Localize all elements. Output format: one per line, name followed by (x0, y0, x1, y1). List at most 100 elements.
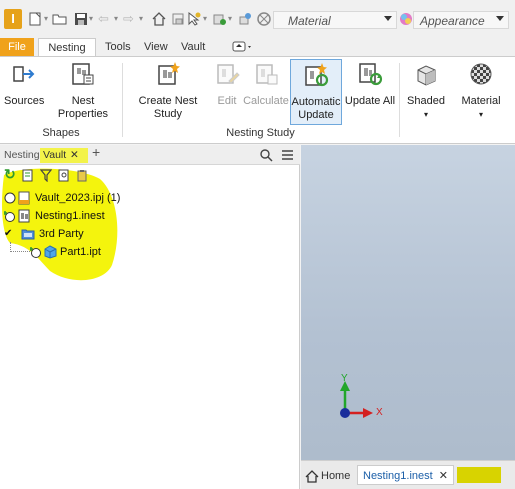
automatic-update-label: Automatic Update (291, 96, 341, 122)
browser-tab-vault-label: Vault (43, 149, 67, 161)
close-icon[interactable]: ✕ (70, 148, 79, 163)
tab-file[interactable]: File (0, 38, 34, 56)
shaded-label-text: Shaded (407, 95, 445, 107)
dropdown-arrow-icon[interactable]: ▾ (203, 14, 209, 24)
browser-tab-nesting[interactable]: Nesting (4, 148, 40, 163)
status-circle-icon (4, 192, 16, 204)
status-add-icon (30, 247, 41, 258)
tree-connector (10, 251, 30, 252)
nest-properties-button[interactable]: Nest Properties (47, 59, 119, 125)
appearance-dropdown[interactable]: Appearance (413, 11, 509, 29)
shaded-label: Shaded ▾ (402, 95, 450, 121)
ribbon-display-toggle[interactable] (232, 41, 254, 53)
automatic-update-label-line1: Automatic (291, 96, 341, 108)
home-tab-label: Home (321, 470, 351, 482)
properties-icon[interactable] (170, 11, 186, 27)
document-tab-active[interactable]: Nesting1.inest ✕ (357, 465, 454, 485)
folder-icon (21, 229, 35, 240)
axis-x-label: X (376, 407, 383, 418)
graphics-viewport[interactable]: Y X (301, 145, 515, 460)
status-add-icon (4, 211, 15, 222)
redo-icon[interactable]: ⇨ (123, 11, 134, 27)
find-item-icon[interactable] (58, 169, 70, 182)
dropdown-arrow-icon[interactable]: ▾ (89, 14, 95, 24)
edit-label: Edit (217, 95, 237, 107)
material-dropdown[interactable]: Material (273, 11, 397, 29)
search-icon[interactable] (260, 149, 273, 162)
browser-tab-vault[interactable]: Vault ✕ (40, 148, 88, 163)
tab-tools[interactable]: Tools (101, 38, 135, 56)
chevron-down-icon (496, 16, 504, 21)
tree-item-label: Vault_2023.ipj (1) (35, 192, 121, 204)
save-icon[interactable] (73, 11, 89, 27)
calculate-icon (256, 64, 278, 85)
update-icon[interactable] (211, 11, 227, 27)
home-tab[interactable]: Home (305, 467, 350, 485)
tree-item-label: Nesting1.inest (35, 210, 105, 222)
tab-view[interactable]: View (140, 38, 172, 56)
new-icon[interactable] (27, 11, 43, 27)
update-all-button[interactable]: Update All (344, 59, 396, 125)
appearance-dropdown-value: Appearance (420, 14, 485, 28)
browser-panel: Nesting Vault ✕ + ↻ Vault_2023.ipj (1) N… (0, 145, 300, 489)
create-nest-study-label: Create Nest Study (138, 95, 198, 120)
shaded-cube-icon (417, 65, 436, 86)
sources-label: Sources (4, 95, 45, 107)
ribbon-divider (122, 63, 123, 137)
edit-button[interactable]: Edit (212, 59, 242, 125)
tab-vault[interactable]: Vault (177, 38, 209, 56)
calculate-button[interactable]: Calculate (243, 59, 289, 125)
dropdown-arrow-icon[interactable]: ▾ (228, 14, 234, 24)
menu-icon[interactable] (281, 149, 294, 161)
dropdown-arrow-icon[interactable]: ▾ (139, 14, 145, 24)
material-label-text: Material (461, 95, 501, 107)
open-folder-icon[interactable] (52, 11, 68, 27)
home-icon[interactable] (151, 11, 167, 27)
document-tab-bar: Home Nesting1.inest ✕ (301, 460, 515, 489)
edit-icon (217, 64, 240, 84)
refresh-icon[interactable]: ↻ (4, 166, 16, 183)
document-list-icon[interactable] (22, 169, 34, 182)
material-sphere-icon (470, 63, 492, 85)
sources-icon (13, 66, 35, 82)
dropdown-arrow-icon[interactable]: ▾ (44, 14, 50, 24)
tab-nesting[interactable]: Nesting (38, 38, 96, 56)
clipboard-icon[interactable] (76, 169, 88, 182)
filter-icon[interactable] (40, 169, 52, 182)
sources-button[interactable]: Sources (4, 59, 44, 125)
chevron-down-icon: ▾ (423, 110, 428, 119)
material-dropdown-value: Material (288, 14, 331, 28)
expand-chevron-icon[interactable]: ✔ (4, 225, 12, 243)
ribbon-panel: Sources Nest Properties Create Nest Stud… (0, 56, 515, 144)
close-icon[interactable]: ✕ (439, 470, 448, 482)
group-label-shapes: Shapes (42, 127, 80, 139)
create-nest-study-button[interactable]: Create Nest Study (125, 59, 211, 125)
measure-icon[interactable] (237, 11, 253, 27)
application-menu-button[interactable]: I (4, 9, 22, 29)
appearance-icon (400, 13, 412, 25)
material-label: Material ▾ (455, 95, 507, 121)
select-icon[interactable] (186, 11, 202, 27)
quick-access-toolbar: I ▾ ▾ ⇦ ▾ ⇨ ▾ ▾ ▾ Material Appearance (0, 0, 515, 38)
axis-y-label: Y (341, 373, 348, 384)
shaded-dropdown[interactable]: Shaded ▾ (402, 59, 450, 125)
dropdown-arrow-icon[interactable]: ▾ (114, 14, 120, 24)
group-label-nesting-study: Nesting Study (226, 127, 295, 139)
browser-toolbar: ↻ (0, 165, 300, 185)
automatic-update-label-line2: Update (298, 109, 334, 121)
material-icon[interactable] (256, 11, 272, 27)
nest-file-icon (18, 209, 30, 223)
redacted-tab-highlight (457, 467, 501, 483)
part-cube-icon (44, 245, 57, 259)
undo-icon[interactable]: ⇦ (98, 11, 109, 27)
update-all-label: Update All (344, 95, 396, 107)
add-tab-icon[interactable]: + (92, 145, 100, 160)
browser-tab-bar: Nesting Vault ✕ + (0, 145, 300, 165)
tree-item-label: Part1.ipt (60, 246, 101, 258)
nest-properties-icon (72, 63, 94, 85)
home-icon (305, 470, 319, 483)
automatic-update-toggle[interactable]: Automatic Update (290, 59, 342, 125)
material-ribbon-dropdown[interactable]: Material ▾ (455, 59, 507, 125)
create-nest-study-icon (158, 62, 180, 85)
project-file-icon (18, 191, 30, 205)
